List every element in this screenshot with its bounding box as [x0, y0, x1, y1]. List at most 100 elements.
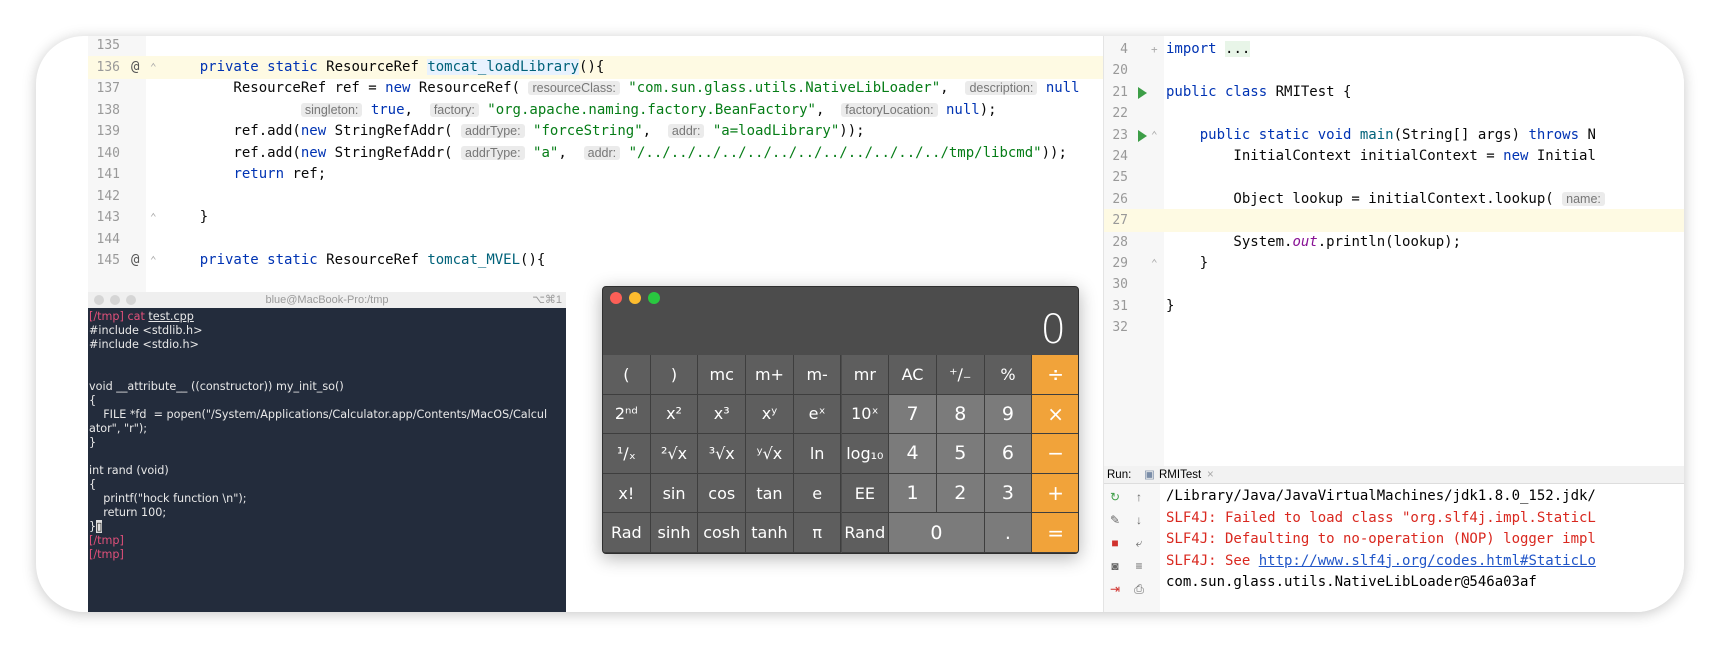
- calc-key[interactable]: ¹∕ₓ: [603, 434, 651, 474]
- calc-key[interactable]: m-: [793, 355, 842, 395]
- calc-key[interactable]: ÷: [1032, 355, 1078, 395]
- terminal-window[interactable]: blue@MacBook-Pro:/tmp ⌥⌘1 [/tmp] cat tes…: [88, 292, 566, 612]
- soft-wrap-icon[interactable]: ⤶: [1132, 536, 1146, 551]
- arrow-up-icon[interactable]: ↑: [1132, 490, 1146, 504]
- wrench-icon[interactable]: ✎: [1108, 513, 1122, 527]
- code-line[interactable]: 30: [1104, 273, 1684, 296]
- calc-key[interactable]: Rad: [603, 513, 651, 553]
- calc-key[interactable]: x²: [650, 394, 699, 435]
- calc-key[interactable]: log₁₀: [841, 434, 890, 474]
- calc-key[interactable]: eˣ: [793, 394, 842, 435]
- calc-key[interactable]: 1: [889, 473, 937, 514]
- code-line[interactable]: 138 singleton: true, factory: "org.apach…: [88, 99, 1103, 122]
- code-line[interactable]: 22: [1104, 102, 1684, 125]
- run-gutter-icon[interactable]: [1138, 129, 1147, 142]
- code-line[interactable]: 21 public class RMITest {: [1104, 81, 1684, 104]
- rerun-icon[interactable]: ↻: [1108, 490, 1122, 504]
- fold-icon[interactable]: ⌃: [150, 206, 157, 229]
- code-line[interactable]: 141 return ref;: [88, 163, 1103, 186]
- code-line[interactable]: 143 ⌃ }: [88, 206, 1103, 229]
- fold-icon[interactable]: ⌃: [1151, 124, 1158, 147]
- calc-key[interactable]: xʸ: [746, 394, 794, 435]
- code-line[interactable]: 144: [88, 228, 1103, 251]
- code-line[interactable]: 140 ref.add(new StringRefAddr( addrType:…: [88, 142, 1103, 165]
- calc-key[interactable]: 7: [889, 394, 937, 435]
- code-line[interactable]: 29 ⌃ }: [1104, 252, 1684, 275]
- zoom-icon[interactable]: [648, 292, 660, 304]
- code-line[interactable]: 28 System.out.println(lookup);: [1104, 231, 1684, 254]
- calc-key[interactable]: ʸ√x: [746, 434, 794, 474]
- code-editor-left[interactable]: 135 136 @ ⌃ private static ResourceRef tomc…: [88, 36, 1103, 321]
- close-icon[interactable]: [610, 292, 622, 304]
- calc-key[interactable]: tanh: [746, 513, 794, 553]
- calc-key[interactable]: 10ˣ: [841, 394, 890, 435]
- run-tab[interactable]: RMITest: [1159, 466, 1201, 484]
- minimize-icon[interactable]: [629, 292, 641, 304]
- calc-key[interactable]: 4: [889, 434, 937, 474]
- code-line[interactable]: 145 @ ⌃ private static ResourceRef tomcat_…: [88, 249, 1103, 272]
- exit-icon[interactable]: ⇥: [1108, 582, 1122, 596]
- calc-key[interactable]: 2: [936, 473, 985, 514]
- stop-icon[interactable]: ■: [1108, 536, 1122, 550]
- calc-key[interactable]: e: [793, 473, 842, 514]
- code-line[interactable]: 23 ⌃ public static void main(String[] arg…: [1104, 124, 1684, 147]
- code-line[interactable]: 142: [88, 185, 1103, 208]
- calc-key[interactable]: sinh: [650, 513, 699, 553]
- code-line[interactable]: 137 ResourceRef ref = new ResourceRef( r…: [88, 77, 1103, 100]
- code-editor-right[interactable]: 4 + import ... 20 21 public class RMITest {22…: [1103, 36, 1684, 466]
- code-line[interactable]: 27: [1104, 209, 1684, 233]
- code-line[interactable]: 136 @ ⌃ private static ResourceRef tomcat_…: [88, 55, 1103, 79]
- code-line[interactable]: 24 InitialContext initialContext = new I…: [1104, 145, 1684, 168]
- calc-key[interactable]: %: [984, 355, 1033, 395]
- calc-key[interactable]: cosh: [698, 513, 747, 553]
- calc-key[interactable]: 2ⁿᵈ: [603, 394, 651, 435]
- calc-key[interactable]: m+: [746, 355, 794, 395]
- calc-key[interactable]: ⁺∕₋: [936, 355, 985, 395]
- calc-key[interactable]: +: [1032, 473, 1078, 514]
- calc-key[interactable]: mc: [698, 355, 747, 395]
- fold-icon[interactable]: ⌃: [1151, 252, 1158, 275]
- calc-key[interactable]: (: [603, 355, 651, 395]
- calc-key[interactable]: 9: [984, 394, 1033, 435]
- override-marker-icon[interactable]: @: [131, 249, 139, 272]
- fold-icon[interactable]: ⌃: [150, 56, 157, 79]
- code-line[interactable]: 20: [1104, 59, 1684, 82]
- fold-icon[interactable]: +: [1151, 38, 1158, 61]
- calc-key[interactable]: ln: [793, 434, 842, 474]
- override-marker-icon[interactable]: @: [131, 56, 139, 79]
- close-icon[interactable]: ×: [1207, 466, 1214, 484]
- code-line[interactable]: 26 Object lookup = initialContext.lookup…: [1104, 188, 1684, 211]
- scroll-to-end-icon[interactable]: ≡: [1132, 559, 1146, 573]
- calc-key[interactable]: tan: [746, 473, 794, 514]
- terminal-body[interactable]: [/tmp] cat test.cpp #include <stdlib.h> #i…: [88, 308, 566, 562]
- calc-key[interactable]: 5: [936, 434, 985, 474]
- code-line[interactable]: 32: [1104, 316, 1684, 339]
- calc-key[interactable]: ³√x: [698, 434, 747, 474]
- run-gutter-icon[interactable]: [1138, 86, 1147, 99]
- calc-key[interactable]: ²√x: [650, 434, 699, 474]
- fold-icon[interactable]: ⌃: [150, 249, 157, 272]
- calc-key[interactable]: Rand: [841, 513, 890, 553]
- calc-key[interactable]: x³: [698, 394, 747, 435]
- calc-key[interactable]: x!: [603, 473, 651, 514]
- calc-key[interactable]: EE: [841, 473, 890, 514]
- calc-key[interactable]: mr: [841, 355, 890, 395]
- camera-icon[interactable]: ◙: [1108, 559, 1122, 573]
- calc-key[interactable]: ): [650, 355, 699, 395]
- calc-key[interactable]: 3: [984, 473, 1033, 514]
- calc-key[interactable]: AC: [889, 355, 937, 395]
- calc-key[interactable]: sin: [650, 473, 699, 514]
- calc-key[interactable]: π: [793, 513, 842, 553]
- code-line[interactable]: 139 ref.add(new StringRefAddr( addrType:…: [88, 120, 1103, 143]
- calc-key[interactable]: −: [1032, 434, 1078, 474]
- calc-key[interactable]: =: [1032, 513, 1078, 553]
- calc-key[interactable]: .: [984, 513, 1033, 553]
- code-line[interactable]: 31}: [1104, 295, 1684, 318]
- calc-key[interactable]: cos: [698, 473, 747, 514]
- print-icon[interactable]: ⎙: [1132, 582, 1146, 597]
- code-line[interactable]: 25: [1104, 166, 1684, 189]
- code-line[interactable]: 4 + import ...: [1104, 38, 1684, 61]
- calc-key[interactable]: 0: [889, 513, 985, 553]
- calc-key[interactable]: 6: [984, 434, 1033, 474]
- calc-key[interactable]: ×: [1032, 394, 1078, 435]
